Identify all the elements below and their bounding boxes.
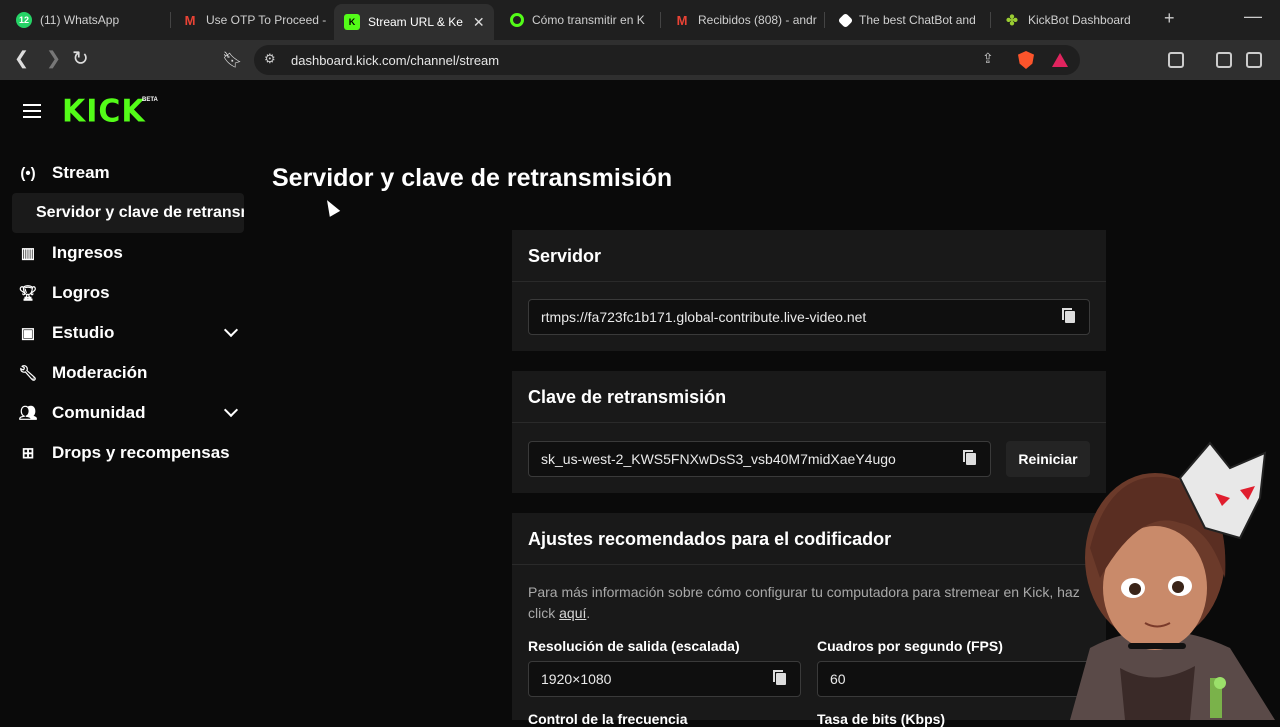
sidebar-item-moderacion[interactable]: 🔧︎ Moderación	[18, 357, 244, 389]
broadcast-icon: (•)	[20, 164, 36, 182]
tab-label: Cómo transmitir en K	[532, 13, 645, 27]
help-link[interactable]: aquí	[559, 605, 586, 621]
tab-gmail-otp[interactable]: M Use OTP To Proceed -	[172, 4, 328, 36]
users-icon: 👥︎	[18, 405, 38, 422]
gmail-icon: M	[184, 12, 196, 28]
forward-icon[interactable]: ❯	[46, 48, 61, 69]
stream-key-heading: Clave de retransmisión	[512, 371, 1106, 423]
sidebar-toggle-icon[interactable]	[1216, 52, 1232, 68]
kickbot-icon: ✤	[1006, 11, 1018, 28]
menu-icon[interactable]	[23, 104, 41, 122]
tab-label: Recibidos (808) - andr	[698, 13, 817, 27]
sidebar-item-label: Logros	[52, 283, 110, 302]
sidebar-item-servidor-clave[interactable]: Servidor y clave de retransmisión	[12, 193, 244, 233]
vtuber-avatar	[1070, 441, 1275, 720]
share-icon[interactable]: ⇪	[982, 50, 994, 67]
gift-icon: ⊞	[21, 445, 35, 462]
tab-como-transmitir[interactable]: Cómo transmitir en K	[500, 4, 656, 36]
gmail-icon: M	[676, 12, 688, 28]
encoder-description: Para más información sobre cómo configur…	[528, 584, 1080, 621]
address-bar: ❮ ❯ ↻ 🔖︎ ⚙ dashboard.kick.com/channel/st…	[0, 40, 1280, 80]
sidebar-item-label: Comunidad	[52, 403, 146, 422]
tab-label: KickBot Dashboard	[1028, 13, 1131, 27]
resolution-label: Resolución de salida (escalada)	[528, 638, 740, 654]
minimize-button[interactable]: —	[1244, 6, 1262, 27]
close-tab-icon[interactable]: ✕	[473, 14, 485, 31]
server-url-field[interactable]: rtmps://fa723fc1b171.global-contribute.l…	[528, 299, 1090, 335]
sidebar-item-logros[interactable]: 🏆︎ Logros	[18, 277, 244, 309]
tab-stream-url[interactable]: K Stream URL & Ke ✕	[334, 4, 494, 40]
whatsapp-icon: 12	[16, 12, 32, 28]
mouse-cursor	[321, 197, 341, 217]
stream-key-value: sk_us-west-2_KWS5FNXwDsS3_vsb40M7midXaeY…	[541, 451, 896, 467]
sidebar-item-drops[interactable]: ⊞ Drops y recompensas	[18, 437, 244, 469]
stream-key-field[interactable]: sk_us-west-2_KWS5FNXwDsS3_vsb40M7midXaeY…	[528, 441, 991, 477]
sidebar-item-label: Stream	[52, 163, 110, 182]
site-settings-icon[interactable]: ⚙	[264, 51, 276, 67]
sidebar-item-ingresos[interactable]: ▥ Ingresos	[18, 237, 244, 269]
chatbot-icon	[837, 12, 854, 28]
fps-value: 60	[830, 671, 846, 687]
trophy-icon: 🏆︎	[18, 285, 38, 302]
tab-gmail-recibidos[interactable]: M Recibidos (808) - andr	[664, 4, 820, 36]
kick-icon: K	[344, 14, 360, 30]
sidebar-item-estudio[interactable]: ▣ Estudio	[18, 317, 244, 349]
resolution-value: 1920×1080	[541, 671, 612, 687]
beta-badge: BETA	[142, 97, 158, 103]
sidebar-item-stream[interactable]: (•) Stream	[18, 157, 244, 189]
encoder-heading: Ajustes recomendados para el codificador	[512, 513, 1106, 565]
page-title: Servidor y clave de retransmisión	[272, 164, 673, 192]
bookmark-icon[interactable]: 🔖︎	[222, 50, 242, 70]
sidebar-item-label: Ingresos	[52, 243, 123, 262]
rate-control-label: Control de la frecuencia	[528, 711, 688, 727]
chart-icon: ▥	[20, 245, 36, 262]
stream-key-card: Clave de retransmisión sk_us-west-2_KWS5…	[512, 371, 1106, 493]
tab-label: The best ChatBot and	[859, 13, 976, 27]
studio-icon: ▣	[20, 325, 36, 342]
brave-shield-icon[interactable]	[1018, 51, 1034, 69]
sidebar-item-label: Servidor y clave de retransmisión	[36, 204, 244, 221]
server-url-value: rtmps://fa723fc1b171.global-contribute.l…	[541, 309, 867, 325]
tab-label: Use OTP To Proceed -	[206, 13, 327, 27]
sidebar-item-comunidad[interactable]: 👥︎ Comunidad	[18, 397, 244, 429]
brave-rewards-icon[interactable]	[1052, 53, 1068, 67]
bitrate-label: Tasa de bits (Kbps)	[817, 711, 946, 727]
server-heading: Servidor	[512, 230, 1106, 282]
sidebar-item-label: Drops y recompensas	[52, 443, 230, 462]
copy-icon[interactable]	[963, 450, 976, 465]
copy-icon[interactable]	[1062, 308, 1075, 323]
chevron-down-icon[interactable]	[223, 402, 239, 418]
tab-label: Stream URL & Ke	[368, 15, 463, 29]
wallet-icon[interactable]	[1246, 52, 1262, 68]
wrench-icon: 🔧︎	[18, 365, 38, 382]
chevron-down-icon[interactable]	[223, 322, 239, 338]
sidebar-item-label: Estudio	[52, 323, 115, 342]
new-tab-button[interactable]: +	[1164, 8, 1175, 29]
description-text: Para más información sobre cómo configur…	[528, 584, 1080, 621]
url-field[interactable]: ⚙ dashboard.kick.com/channel/stream ⇪	[254, 45, 1080, 75]
fps-label: Cuadros por segundo (FPS)	[817, 638, 1003, 654]
reload-icon[interactable]: ↻	[72, 46, 89, 71]
url-text: dashboard.kick.com/channel/stream	[291, 53, 500, 68]
tab-chatbot[interactable]: The best ChatBot and	[830, 4, 986, 36]
site-icon	[510, 13, 524, 27]
copy-icon[interactable]	[773, 670, 786, 685]
encoder-card: Ajustes recomendados para el codificador…	[512, 513, 1106, 727]
screenshot-icon[interactable]	[1168, 52, 1184, 68]
back-icon[interactable]: ❮	[14, 48, 29, 69]
kick-logo[interactable]: KICK	[62, 93, 146, 130]
tab-whatsapp[interactable]: 12 (11) WhatsApp	[6, 4, 166, 36]
tab-label: (11) WhatsApp	[40, 13, 120, 27]
tab-kickbot[interactable]: ✤ KickBot Dashboard	[994, 4, 1150, 36]
server-card: Servidor rtmps://fa723fc1b171.global-con…	[512, 230, 1106, 351]
resolution-field[interactable]: 1920×1080	[528, 661, 801, 697]
sidebar-item-label: Moderación	[52, 363, 148, 382]
tab-bar: 12 (11) WhatsApp M Use OTP To Proceed - …	[0, 0, 1280, 40]
